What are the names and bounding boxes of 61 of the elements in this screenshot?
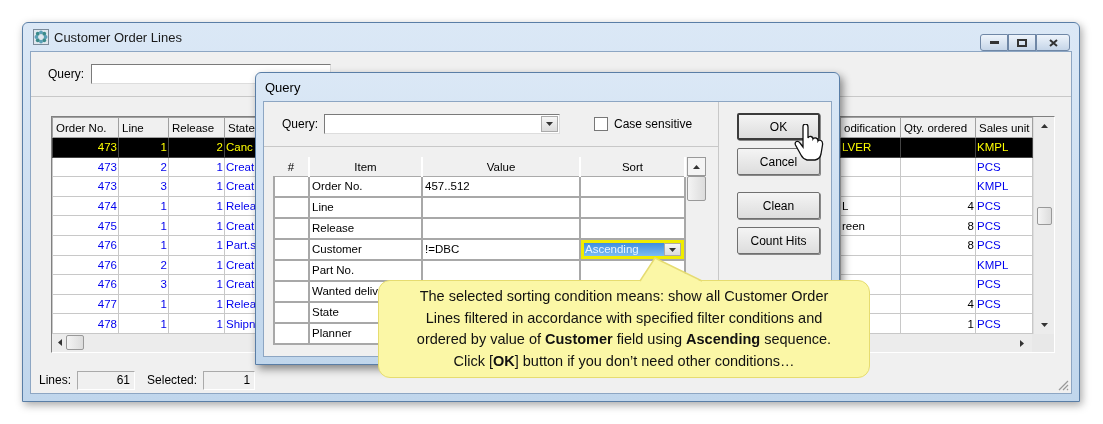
- item-name: Line: [312, 201, 334, 213]
- table-cell: 477: [52, 294, 119, 314]
- column-header[interactable]: #: [274, 157, 309, 177]
- table-cell: 473: [52, 157, 119, 177]
- scroll-thumb[interactable]: [1036, 207, 1052, 225]
- resize-grip-icon[interactable]: [1057, 379, 1069, 391]
- scroll-thumb[interactable]: [66, 335, 84, 351]
- dropdown-arrow-icon[interactable]: [669, 247, 676, 252]
- query-label: Query:: [282, 117, 318, 131]
- column-header[interactable]: Sort: [580, 157, 685, 177]
- dialog-button[interactable]: Count Hits: [737, 227, 820, 254]
- minimize-icon: [989, 41, 999, 44]
- close-button[interactable]: [1036, 34, 1070, 51]
- query-combobox[interactable]: [324, 114, 560, 134]
- scroll-thumb[interactable]: [686, 176, 706, 201]
- case-sensitive-checkbox[interactable]: Case sensitive: [594, 117, 693, 131]
- dialog-title: Query: [264, 78, 302, 97]
- selected-count: 1: [203, 370, 256, 390]
- column-header[interactable]: Value: [422, 157, 580, 177]
- column-header[interactable]: Order No.: [52, 117, 119, 138]
- table-cell: 473: [52, 176, 119, 197]
- item-name: Wanted deliv: [312, 285, 379, 297]
- dropdown-arrow-icon[interactable]: [546, 122, 553, 126]
- window-title: Customer Order Lines: [54, 29, 182, 45]
- left-arrow-icon[interactable]: [58, 339, 62, 347]
- table-cell: 478: [52, 313, 119, 334]
- table-cell: 475: [52, 215, 119, 236]
- right-arrow-icon[interactable]: [1020, 339, 1024, 347]
- lines-label: Lines:: [39, 373, 72, 387]
- column-header[interactable]: Sales unit: [975, 117, 1033, 138]
- maximize-button[interactable]: [1008, 34, 1036, 51]
- lines-count: 61: [77, 370, 136, 390]
- up-arrow-icon[interactable]: [692, 164, 700, 169]
- item-name: Release: [312, 222, 355, 234]
- vertical-scrollbar[interactable]: [686, 157, 706, 201]
- column-header[interactable]: Line: [118, 117, 169, 138]
- item-name: Customer: [312, 243, 362, 255]
- dialog-button[interactable]: OK: [737, 113, 820, 140]
- column-header[interactable]: odification: [840, 117, 901, 138]
- column-header[interactable]: Qty. ordered: [900, 117, 976, 138]
- column-header[interactable]: Item: [309, 157, 422, 177]
- up-arrow-icon[interactable]: [1040, 124, 1048, 128]
- maximize-icon: [1017, 38, 1027, 47]
- value-text: !=DBC: [425, 243, 460, 255]
- minimize-button[interactable]: [980, 34, 1008, 51]
- down-arrow-icon[interactable]: [1040, 322, 1048, 327]
- table-cell: 476: [52, 274, 119, 295]
- item-name: Part No.: [312, 264, 355, 276]
- table-cell: 474: [52, 196, 119, 216]
- column-header[interactable]: Release: [168, 117, 225, 138]
- query-label: Query:: [48, 67, 84, 81]
- table-cell: 473: [52, 137, 119, 158]
- table-cell: 476: [52, 255, 119, 275]
- ring-icon: [33, 29, 49, 45]
- selected-label: Selected:: [147, 373, 198, 387]
- table-cell: 476: [52, 235, 119, 256]
- close-icon: [1048, 38, 1058, 47]
- item-name: Order No.: [312, 180, 363, 192]
- vertical-scrollbar[interactable]: [1033, 117, 1054, 334]
- dialog-button[interactable]: Clean: [737, 192, 820, 219]
- value-text: 457..512: [425, 180, 470, 192]
